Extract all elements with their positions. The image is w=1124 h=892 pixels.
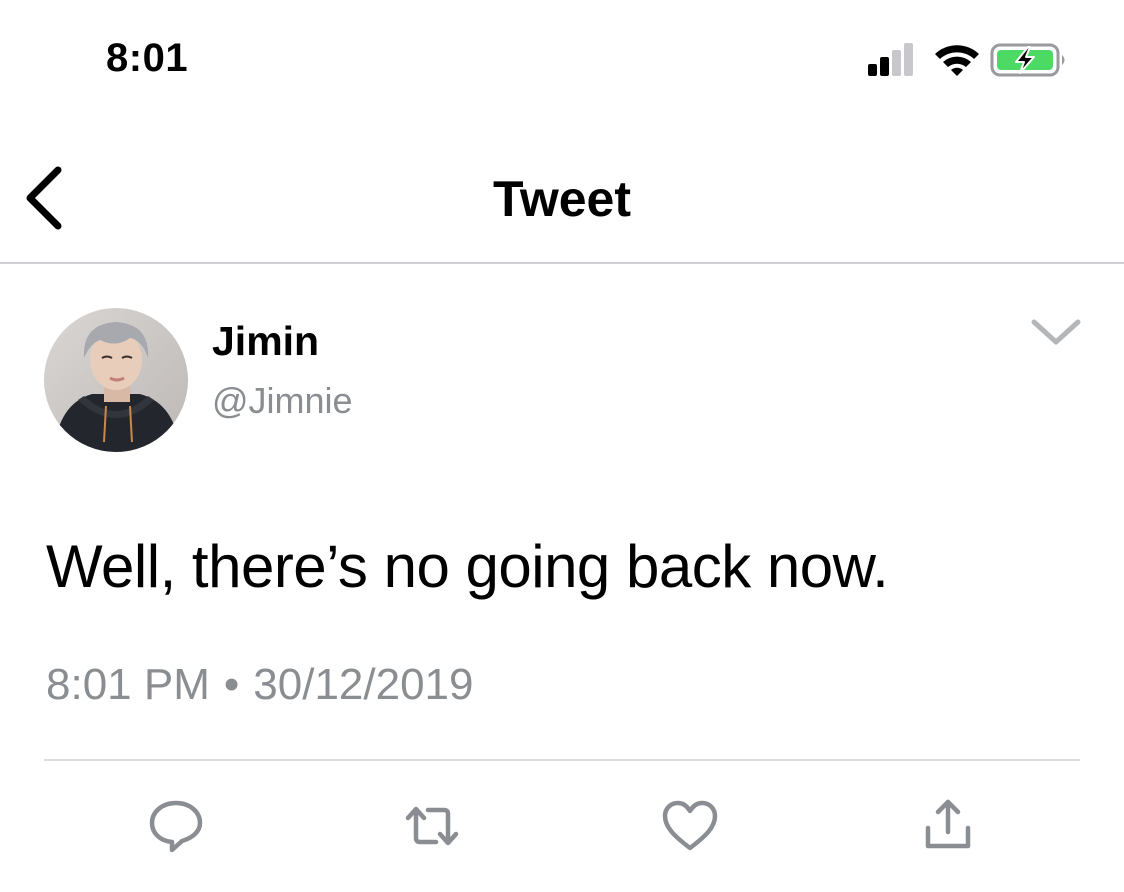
status-time: 8:01 xyxy=(106,36,189,80)
chevron-down-icon xyxy=(1031,319,1081,345)
wifi-icon xyxy=(935,45,979,76)
user-handle[interactable]: @Jimnie xyxy=(212,380,353,422)
battery-charging-icon xyxy=(990,43,1065,77)
nav-divider xyxy=(0,262,1124,264)
avatar-image xyxy=(44,308,188,452)
tweet-menu-button[interactable] xyxy=(1024,310,1088,354)
reply-button[interactable] xyxy=(146,796,206,856)
like-button[interactable] xyxy=(660,796,720,856)
timestamp-separator: • xyxy=(223,660,240,709)
tweet-date: 30/12/2019 xyxy=(253,660,474,709)
tweet-divider xyxy=(44,759,1080,761)
tweet-text: Well, there’s no going back now. xyxy=(46,533,889,600)
reply-bubble-icon xyxy=(149,800,203,853)
share-icon xyxy=(925,799,971,849)
tweet-timestamp[interactable]: 8:01 PM • 30/12/2019 xyxy=(46,660,474,710)
avatar[interactable] xyxy=(44,308,188,452)
heart-icon xyxy=(662,800,718,851)
share-button[interactable] xyxy=(918,796,978,856)
display-name[interactable]: Jimin xyxy=(212,318,319,365)
retweet-icon xyxy=(405,806,459,846)
page-title: Tweet xyxy=(493,171,631,227)
retweet-button[interactable] xyxy=(402,796,462,856)
tweet-time: 8:01 PM xyxy=(46,660,210,709)
cellular-signal-icon xyxy=(868,43,913,76)
